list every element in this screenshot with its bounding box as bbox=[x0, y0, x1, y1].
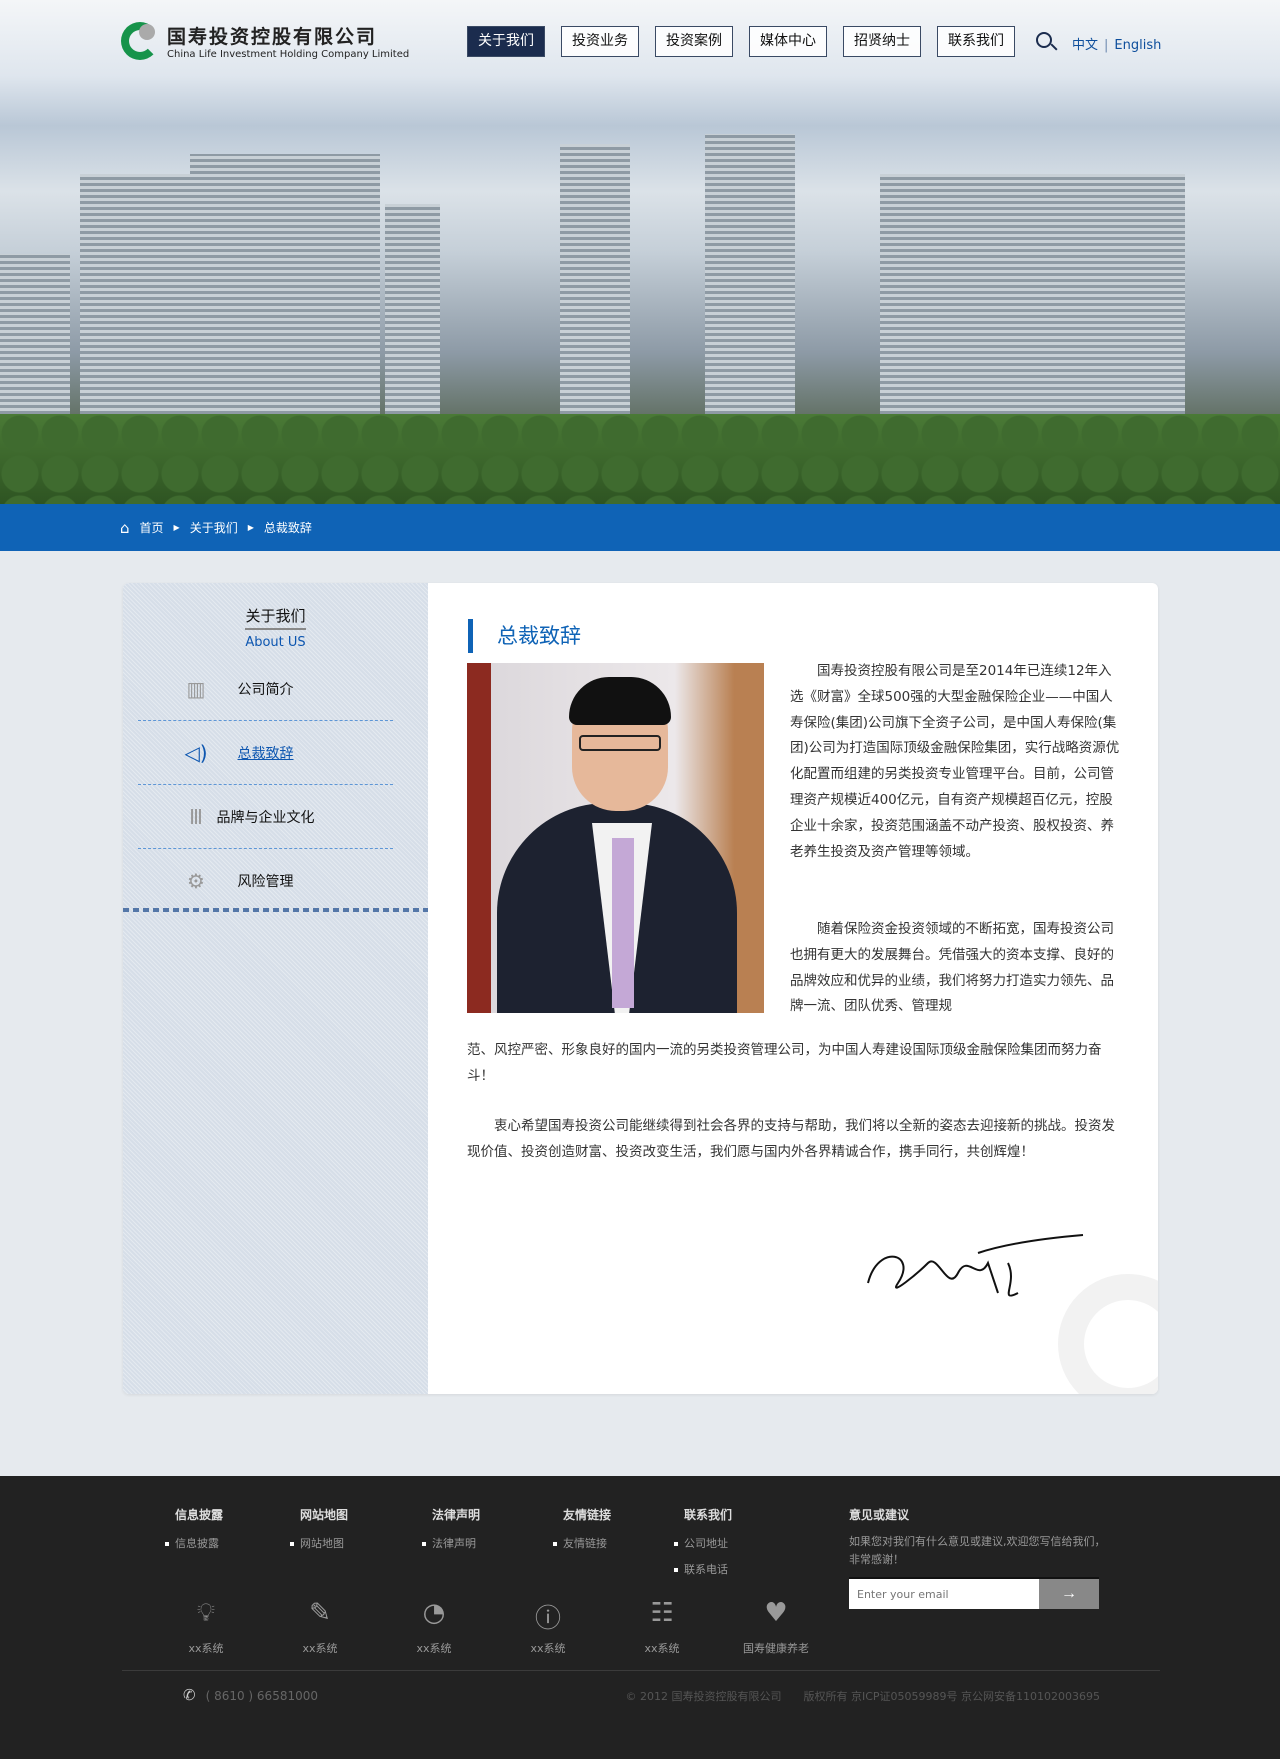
breadcrumb: ⌂ 首页 ▶ 关于我们 ▶ 总裁致辞 bbox=[0, 504, 1280, 551]
system-label: xx系统 bbox=[644, 1642, 680, 1655]
search-icon[interactable] bbox=[1036, 32, 1052, 48]
sidebar-item-brand-culture[interactable]: Ⅲ 品牌与企业文化 bbox=[138, 785, 393, 849]
info-icon: ⓘ bbox=[534, 1604, 561, 1634]
suggestion-title: 意见或建议 bbox=[849, 1508, 910, 1522]
phone-info: ✆ ( 8610 ) 66581000 bbox=[183, 1686, 318, 1704]
nav-media-center[interactable]: 媒体中心 bbox=[749, 26, 827, 57]
sidebar-item-label: 风险管理 bbox=[237, 874, 294, 890]
sidebar-title-text: 关于我们 bbox=[245, 607, 306, 630]
page-title: 总裁致辞 bbox=[468, 619, 581, 653]
nav-investment-business[interactable]: 投资业务 bbox=[561, 26, 639, 57]
wave-divider bbox=[123, 908, 428, 912]
edit-icon: ✎ bbox=[309, 1598, 331, 1628]
footer-link[interactable]: 网站地图 bbox=[290, 1535, 348, 1551]
sidebar-title: 关于我们 bbox=[123, 605, 428, 630]
footer-col-sitemap: 网站地图 网站地图 bbox=[290, 1506, 348, 1561]
logo-icon bbox=[121, 22, 159, 60]
footer-col-disclosure: 信息披露 信息披露 bbox=[165, 1506, 223, 1561]
paragraph-2-cont: 范、风控严密、形象良好的国内一流的另类投资管理公司，为中国人寿建设国际顶级金融保… bbox=[467, 1042, 1102, 1084]
system-label: 国寿健康养老 bbox=[743, 1642, 809, 1655]
system-link-2[interactable]: ✎ xx系统 bbox=[280, 1598, 360, 1656]
paragraph-2: 随着保险资金投资领域的不断拓宽，国寿投资公司也拥有更大的发展舞台。凭借强大的资本… bbox=[790, 921, 1114, 1015]
email-form: → bbox=[849, 1577, 1099, 1609]
pie-chart-icon: ◔ bbox=[422, 1598, 446, 1628]
sidebar-item-label: 公司简介 bbox=[237, 681, 294, 698]
footer-col-title: 网站地图 bbox=[300, 1508, 349, 1522]
footer-col-title: 信息披露 bbox=[175, 1508, 224, 1522]
footer-col-title: 法律声明 bbox=[432, 1508, 481, 1522]
footer-col-legal: 法律声明 法律声明 bbox=[422, 1506, 480, 1561]
sidebar-item-risk-management[interactable]: ⚙ 风险管理 bbox=[138, 849, 393, 913]
phone-icon: ✆ bbox=[183, 1686, 196, 1704]
lang-chinese[interactable]: 中文 bbox=[1072, 38, 1098, 53]
home-icon[interactable]: ⌂ bbox=[120, 519, 130, 537]
logo-text-cn: 国寿投资控股有限公司 bbox=[167, 26, 378, 48]
footer-link[interactable]: 公司地址 bbox=[674, 1535, 732, 1551]
sidebar-item-president-speech[interactable]: ◁) 总裁致辞 bbox=[138, 721, 393, 785]
breadcrumb-current: 总裁致辞 bbox=[263, 521, 312, 535]
system-label: xx系统 bbox=[302, 1642, 338, 1655]
main-nav: 关于我们 投资业务 投资案例 媒体中心 招贤纳士 联系我们 bbox=[467, 26, 1015, 57]
system-link-4[interactable]: ⓘ xx系统 bbox=[508, 1598, 588, 1656]
heart-icon: ♥ bbox=[764, 1598, 788, 1628]
footer-link[interactable]: 信息披露 bbox=[165, 1535, 223, 1551]
content-card: 关于我们 About US ▥ 公司简介 ◁) 总裁致辞 Ⅲ 品牌与企业文化 ⚙ 风险管… bbox=[123, 583, 1158, 1394]
president-photo bbox=[467, 663, 764, 1013]
paragraph-1: 国寿投资控股有限公司是至2014年已连续12年入选《财富》全球500强的大型金融… bbox=[790, 663, 1120, 860]
sidebar-subtitle: About US bbox=[245, 635, 306, 650]
suggestion-text: 如果您对我们有什么意见或建议,欢迎您写信给我们，非常感谢！ bbox=[849, 1535, 1106, 1566]
suggestion-box: 意见或建议如果您对我们有什么意见或建议,欢迎您写信给我们，非常感谢！ bbox=[849, 1506, 1109, 1569]
list-icon: ☷ bbox=[650, 1598, 674, 1628]
breadcrumb-about[interactable]: 关于我们 bbox=[190, 519, 238, 536]
footer-divider bbox=[122, 1670, 1160, 1671]
chevron-right-icon: ▶ bbox=[173, 523, 180, 532]
footer-col-links: 友情链接 友情链接 bbox=[553, 1506, 611, 1561]
logo-text-en: China Life Investment Holding Company Li… bbox=[167, 49, 410, 60]
system-link-health[interactable]: ♥ 国寿健康养老 bbox=[736, 1598, 816, 1656]
sidebar-item-company-profile[interactable]: ▥ 公司简介 bbox=[138, 657, 393, 721]
footer-link[interactable]: 法律声明 bbox=[422, 1535, 480, 1551]
lightbulb-icon: 💡︎ bbox=[196, 1598, 216, 1628]
sidebar-item-label: 品牌与企业文化 bbox=[216, 809, 315, 826]
system-label: xx系统 bbox=[530, 1642, 566, 1655]
signature bbox=[867, 1234, 1084, 1297]
logo[interactable]: 国寿投资控股有限公司 China Life Investment Holding… bbox=[121, 22, 409, 60]
system-link-1[interactable]: 💡︎ xx系统 bbox=[166, 1598, 246, 1656]
footer-link[interactable]: 友情链接 bbox=[553, 1535, 611, 1551]
footer-col-title: 友情链接 bbox=[563, 1508, 612, 1522]
chevron-right-icon: ▶ bbox=[247, 523, 254, 532]
nav-investment-cases[interactable]: 投资案例 bbox=[655, 26, 733, 57]
paragraph-3: 衷心希望国寿投资公司能继续得到社会各界的支持与帮助，我们将以全新的姿态去迎接新的… bbox=[467, 1118, 1115, 1160]
nav-contact[interactable]: 联系我们 bbox=[937, 26, 1015, 57]
footer: 信息披露 信息披露 网站地图 网站地图 法律声明 法律声明 友情链接 友情链接 联系我们… bbox=[0, 1476, 1280, 1759]
language-switch: 中文 | English bbox=[1072, 38, 1162, 53]
system-link-5[interactable]: ☷ xx系统 bbox=[622, 1598, 702, 1656]
email-input[interactable] bbox=[849, 1579, 1039, 1609]
footer-link[interactable]: 联系电话 bbox=[674, 1561, 732, 1577]
system-link-3[interactable]: ◔ xx系统 bbox=[394, 1598, 474, 1656]
lang-english[interactable]: English bbox=[1114, 38, 1161, 53]
nav-careers[interactable]: 招贤纳士 bbox=[843, 26, 921, 57]
system-label: xx系统 bbox=[188, 1642, 224, 1655]
copyright: © 2012 国寿投资控股有限公司 版权所有 京ICP证05059989号 京公… bbox=[625, 1690, 1100, 1703]
submit-arrow-button[interactable]: → bbox=[1039, 1579, 1099, 1609]
sidebar: 关于我们 About US ▥ 公司简介 ◁) 总裁致辞 Ⅲ 品牌与企业文化 ⚙ 风险管… bbox=[123, 583, 428, 1394]
system-label: xx系统 bbox=[416, 1642, 452, 1655]
sidebar-item-label: 总裁致辞 bbox=[237, 745, 294, 762]
nav-about[interactable]: 关于我们 bbox=[467, 26, 545, 57]
phone-number: ( 8610 ) 66581000 bbox=[205, 1689, 319, 1703]
hero-banner bbox=[0, 0, 1280, 504]
footer-col-title: 联系我们 bbox=[684, 1508, 733, 1522]
footer-col-contact: 联系我们公司地址联系电话 bbox=[674, 1506, 732, 1587]
breadcrumb-home[interactable]: 首页 bbox=[140, 519, 164, 536]
